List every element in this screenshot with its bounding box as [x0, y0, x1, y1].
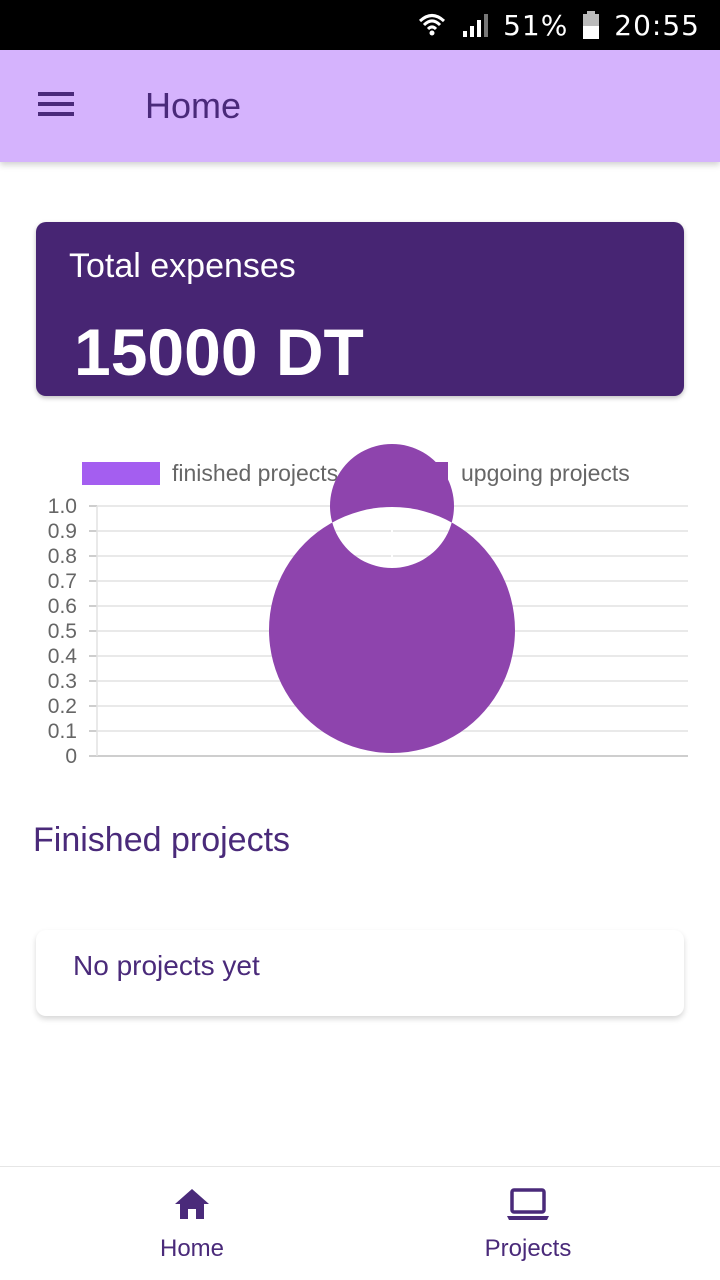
signal-icon	[461, 11, 489, 39]
empty-state-text: No projects yet	[73, 950, 260, 981]
battery-percent: 51%	[503, 8, 569, 42]
total-expenses-card: Total expenses 15000 DT	[36, 222, 684, 396]
nav-home-label: Home	[159, 1235, 225, 1262]
nav-home[interactable]: Home	[92, 1187, 292, 1267]
status-bar: 51% 20:55	[0, 0, 720, 50]
y-tick-label: 0.6	[48, 595, 77, 618]
status-icons: 51% 20:55	[417, 0, 700, 50]
finished-projects-title: Finished projects	[33, 821, 291, 859]
app-bar: Home	[0, 50, 720, 162]
total-expenses-label: Total expenses	[69, 247, 296, 285]
clock: 20:55	[614, 8, 700, 42]
y-tick-label: 0.2	[48, 695, 77, 718]
battery-icon	[582, 10, 600, 40]
bottom-navigation: Home Projects	[0, 1166, 720, 1280]
wifi-icon	[417, 10, 447, 40]
total-expenses-value: 15000 DT	[74, 315, 364, 389]
y-tick-label: 0.8	[48, 545, 77, 568]
y-tick-label: 0.1	[48, 720, 77, 743]
y-tick-label: 0.4	[48, 645, 78, 668]
nav-projects-label: Projects	[484, 1235, 572, 1262]
menu-icon	[37, 90, 75, 123]
nav-projects[interactable]: Projects	[428, 1187, 628, 1267]
page-title: Home	[145, 85, 242, 126]
y-tick-label: 1.0	[48, 495, 77, 518]
legend-swatch	[82, 462, 160, 485]
donut-slice	[268, 444, 515, 753]
legend-label: upgoing projects	[461, 460, 630, 486]
y-tick-label: 0	[65, 745, 77, 768]
legend-label: finished projects	[172, 460, 338, 486]
y-tick-label: 0.7	[48, 570, 77, 593]
menu-button[interactable]	[26, 82, 86, 130]
projects-donut-chart: 1.00.90.80.70.60.50.40.30.20.10 finished …	[48, 444, 688, 768]
home-icon	[173, 1187, 211, 1226]
projects-chart: 1.0 0.9 0.8 0.7 0.6 0.5 0.4 0.3 0.2 0.1 0 finished …	[0, 440, 720, 780]
y-tick-label: 0.5	[48, 620, 77, 643]
y-tick-label: 0.9	[48, 520, 77, 543]
finished-projects-card: No projects yet	[36, 930, 684, 1016]
y-tick-label: 0.3	[48, 670, 77, 693]
laptop-icon	[506, 1187, 550, 1226]
